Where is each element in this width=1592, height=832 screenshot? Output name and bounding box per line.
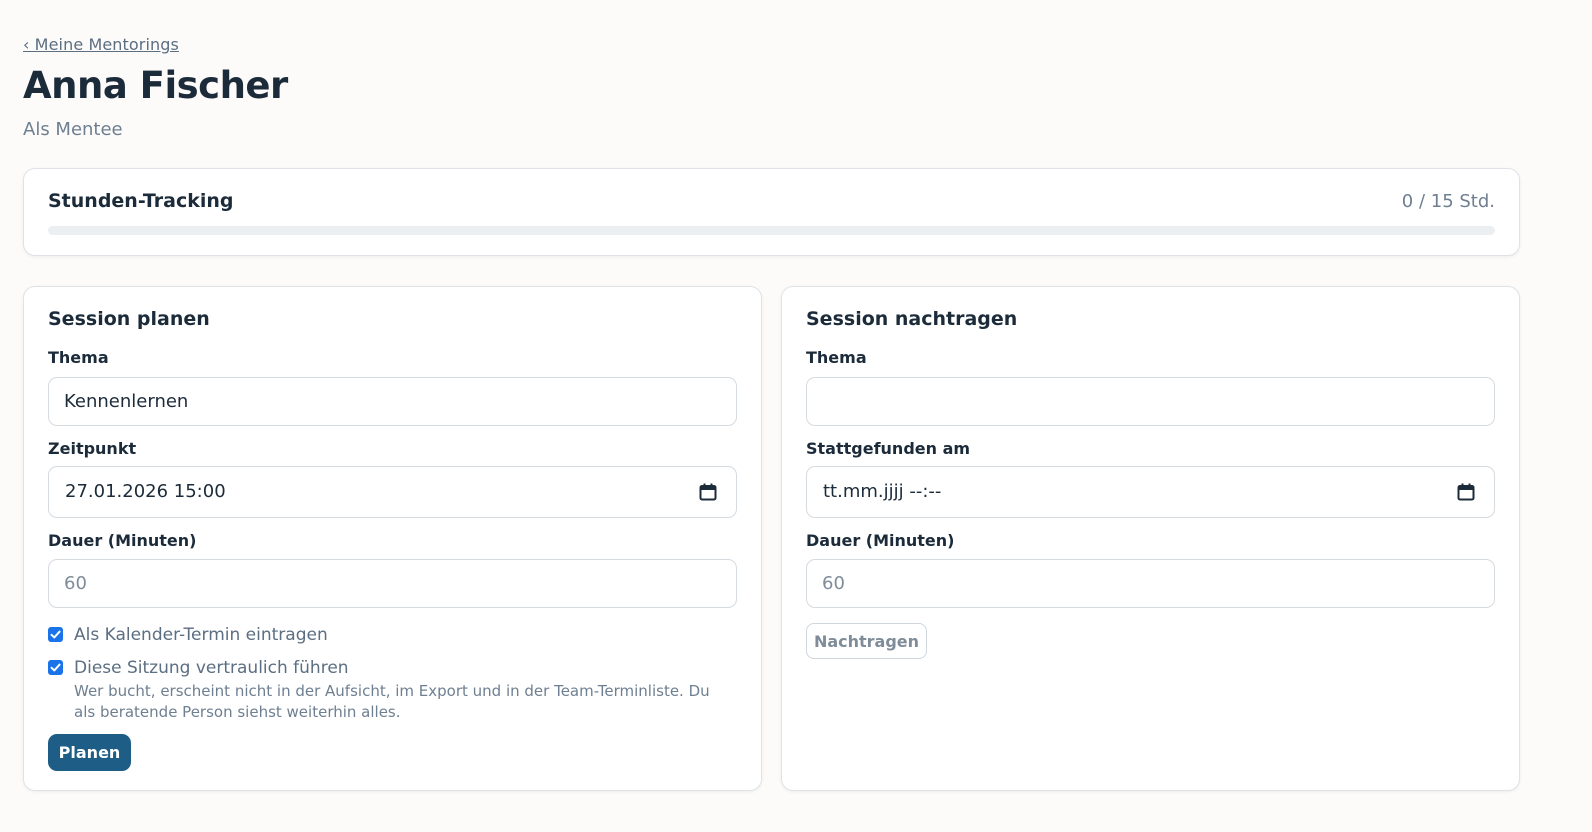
check-icon	[50, 630, 61, 639]
calendar-entry-label[interactable]: Als Kalender-Termin eintragen	[74, 625, 328, 645]
plan-time-label: Zeitpunkt	[48, 439, 137, 458]
calendar-entry-checkbox[interactable]	[48, 627, 63, 642]
log-duration-input[interactable]	[806, 559, 1495, 608]
plan-submit-button[interactable]: Planen	[48, 734, 131, 771]
plan-session-card: Session planen Thema Zeitpunkt 27.01.202…	[23, 286, 762, 791]
log-date-placeholder: tt.mm.jjjj --:--	[823, 481, 942, 502]
log-session-heading: Session nachtragen	[806, 308, 1018, 330]
hours-tracking-title: Stunden-Tracking	[48, 190, 234, 212]
plan-duration-label: Dauer (Minuten)	[48, 531, 197, 550]
hours-tracking-card: Stunden-Tracking 0 / 15 Std.	[23, 168, 1520, 256]
page-title: Anna Fischer	[23, 64, 288, 107]
check-icon	[50, 663, 61, 672]
confidential-label[interactable]: Diese Sitzung vertraulich führen	[74, 658, 349, 678]
plan-duration-input[interactable]	[48, 559, 737, 608]
log-date-input[interactable]: tt.mm.jjjj --:--	[806, 466, 1495, 518]
confidential-checkbox[interactable]	[48, 660, 63, 675]
back-link-meine-mentorings[interactable]: ‹ Meine Mentorings	[23, 35, 179, 54]
plan-topic-label: Thema	[48, 348, 109, 367]
log-date-label: Stattgefunden am	[806, 439, 971, 458]
log-duration-label: Dauer (Minuten)	[806, 531, 955, 550]
plan-time-value: 27.01.2026 15:00	[65, 481, 226, 502]
log-topic-input[interactable]	[806, 377, 1495, 426]
calendar-icon[interactable]	[1457, 483, 1475, 501]
log-topic-label: Thema	[806, 348, 867, 367]
plan-time-input[interactable]: 27.01.2026 15:00	[48, 466, 737, 518]
hours-tracking-value: 0 / 15 Std.	[1401, 191, 1495, 212]
hours-progress-bar	[48, 226, 1495, 235]
plan-session-heading: Session planen	[48, 308, 210, 330]
log-submit-button[interactable]: Nachtragen	[806, 623, 927, 659]
page-subtitle: Als Mentee	[23, 119, 123, 140]
confidential-hint: Wer bucht, erscheint nicht in der Aufsic…	[74, 682, 710, 721]
log-session-card: Session nachtragen Thema Stattgefunden a…	[781, 286, 1520, 791]
calendar-icon[interactable]	[699, 483, 717, 501]
plan-topic-input[interactable]	[48, 377, 737, 426]
